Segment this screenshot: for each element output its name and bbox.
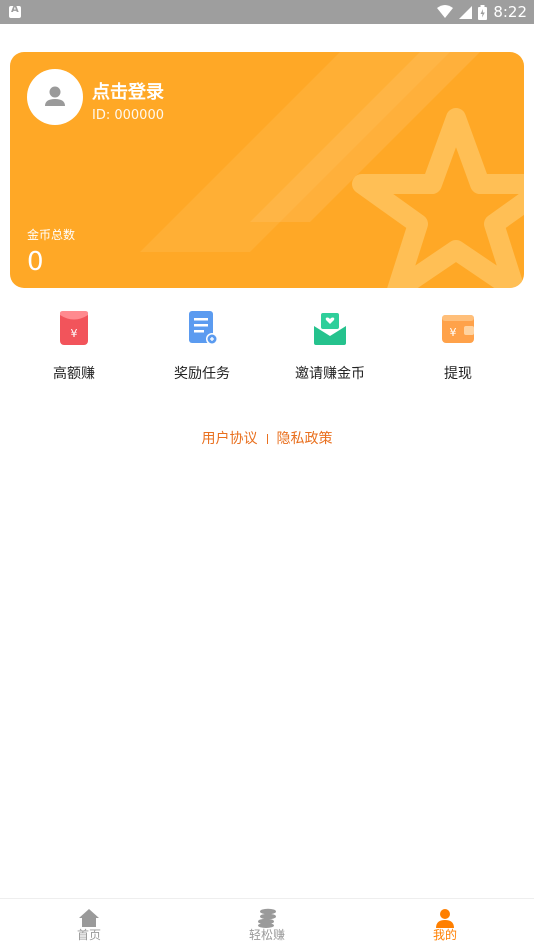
card-decoration [140, 52, 524, 288]
menu-label: 奖励任务 [174, 366, 230, 382]
battery-icon [478, 4, 488, 20]
menu-label: 高额赚 [53, 366, 95, 382]
home-icon [79, 909, 99, 927]
menu-item-invite[interactable]: 邀请赚金币 [266, 300, 394, 390]
svg-text:¥: ¥ [71, 327, 78, 340]
wallet-icon: ¥ [442, 315, 474, 343]
menu-item-high-earn[interactable]: ¥ 高额赚 [10, 300, 138, 390]
login-title[interactable]: 点击登录 [92, 78, 164, 104]
bottom-tab-bar: 首页 轻松赚 我的 [0, 898, 534, 950]
tab-label: 首页 [76, 928, 101, 942]
tab-label: 轻松赚 [248, 928, 285, 942]
coin-total-label: 金币总数 [27, 228, 76, 242]
svg-text:¥: ¥ [450, 326, 457, 339]
tab-easy-earn[interactable]: 轻松赚 [217, 899, 317, 950]
menu-label: 提现 [444, 366, 472, 382]
profile-card: 点击登录 ID: 000000 金币总数 0 [10, 52, 524, 288]
red-envelope-icon: ¥ [60, 311, 88, 345]
tab-home[interactable]: 首页 [39, 899, 139, 950]
wifi-icon [437, 5, 454, 18]
notification-icon [9, 4, 21, 18]
status-time: 8:22 [493, 3, 527, 21]
signal-icon [459, 5, 473, 19]
menu-label: 邀请赚金币 [295, 366, 365, 382]
menu-item-withdraw[interactable]: ¥ 提现 [394, 300, 522, 390]
status-icons: 8:22 [437, 2, 527, 22]
link-divider [266, 434, 268, 444]
user-id: ID: 000000 [92, 108, 164, 123]
agreement-links: 用户协议 隐私政策 [0, 428, 534, 448]
task-list-icon [189, 311, 218, 345]
status-bar: 8:22 [0, 0, 534, 24]
coin-total-value: 0 [27, 247, 44, 277]
coins-icon [258, 908, 276, 928]
menu-item-reward-tasks[interactable]: 奖励任务 [138, 300, 266, 390]
user-icon [45, 86, 65, 106]
person-icon [436, 909, 454, 928]
feature-menu: ¥ 高额赚 奖励任务 邀请赚金币 ¥ 提现 [10, 300, 524, 390]
privacy-policy-link[interactable]: 隐私政策 [277, 431, 333, 447]
user-agreement-link[interactable]: 用户协议 [202, 431, 258, 447]
heart-envelope-icon [314, 313, 346, 345]
tab-label: 我的 [432, 928, 457, 942]
avatar[interactable] [27, 69, 83, 125]
tab-mine[interactable]: 我的 [395, 899, 495, 950]
